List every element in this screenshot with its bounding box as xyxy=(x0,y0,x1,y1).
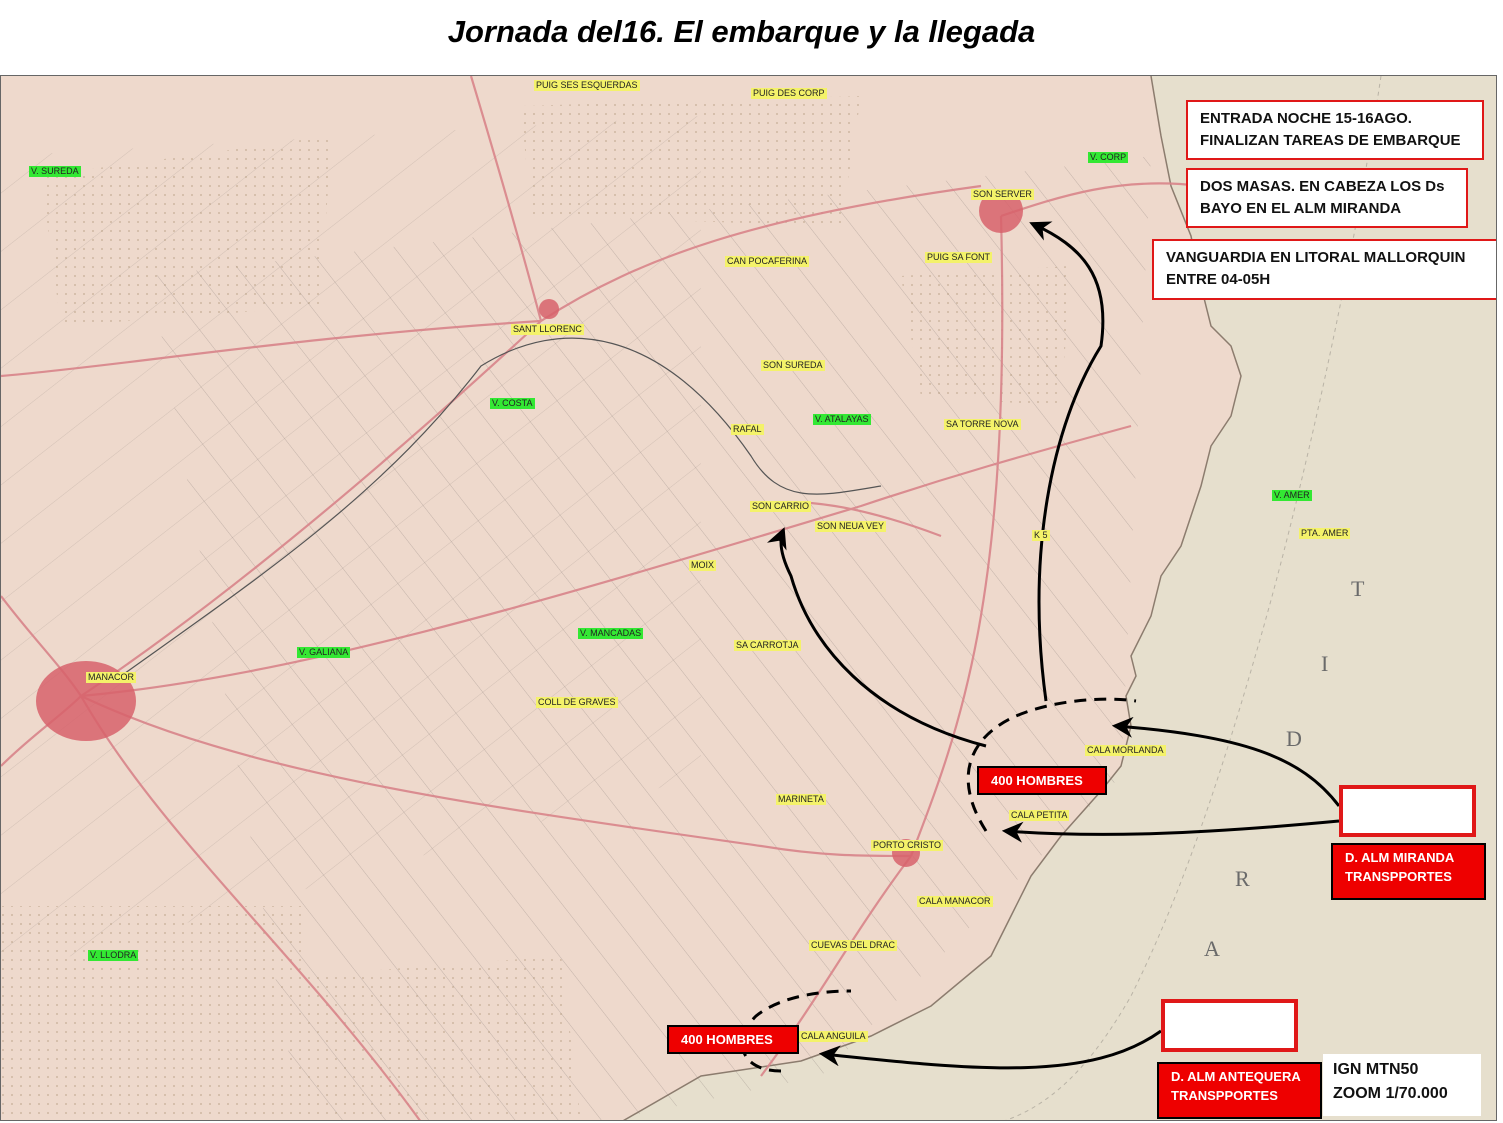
ship-icon-miranda xyxy=(1339,785,1476,837)
place-label: PUIG SES ESQUERDAS xyxy=(534,80,640,91)
place-label: MARINETA xyxy=(776,794,826,805)
place-label: PUIG DES CORP xyxy=(751,88,827,99)
place-label: CALA PETITA xyxy=(1009,810,1070,821)
place-label: SA TORRE NOVA xyxy=(944,419,1021,430)
place-label: V. LLODRA xyxy=(88,950,139,961)
place-label: SON CARRIO xyxy=(750,501,812,512)
place-label: V. ATALAYAS xyxy=(813,414,871,425)
place-label: V. AMER xyxy=(1272,490,1312,501)
place-label: RAFAL xyxy=(731,424,764,435)
place-label: V. CORP xyxy=(1088,152,1129,163)
place-label: CAN POCAFERINA xyxy=(725,256,810,267)
map-zoom-label: ZOOM 1/70.000 xyxy=(1333,1085,1448,1102)
place-label: PORTO CRISTO xyxy=(871,840,944,851)
place-label: SA CARROTJA xyxy=(734,640,801,651)
place-label: CUEVAS DEL DRAC xyxy=(809,940,898,951)
place-label: SANT LLORENC xyxy=(511,324,584,335)
place-label: SON SERVER xyxy=(971,189,1034,200)
place-label: V. GALIANA xyxy=(297,647,351,658)
map-source-label: IGN MTN50 xyxy=(1333,1061,1419,1078)
place-labels: PUIG SES ESQUERDAS PUIG DES CORP V. SURE… xyxy=(1,76,1496,1120)
place-label: COLL DE GRAVES xyxy=(536,697,618,708)
place-label: V. COSTA xyxy=(490,398,535,409)
place-label: K 5 xyxy=(1032,530,1050,541)
place-label: V. SUREDA xyxy=(29,166,81,177)
fleet-label-antequera: D. ALM ANTEQUERA TRANSPPORTES xyxy=(1157,1062,1322,1119)
map-source-info: IGN MTN50 ZOOM 1/70.000 xyxy=(1323,1054,1481,1116)
note-dos-masas: DOS MASAS. EN CABEZA LOS Ds BAYO EN EL A… xyxy=(1186,168,1468,228)
place-label: SON SUREDA xyxy=(761,360,825,371)
note-entrada: ENTRADA NOCHE 15-16AGO. FINALIZAN TAREAS… xyxy=(1186,100,1484,160)
place-label: SON NEUA VEY xyxy=(815,521,887,532)
force-label-north: 400 HOMBRES xyxy=(977,766,1107,795)
note-vanguardia: VANGUARDIA EN LITORAL MALLORQUIN ENTRE 0… xyxy=(1152,239,1496,300)
ship-icon-antequera xyxy=(1161,999,1298,1052)
force-label-south: 400 HOMBRES xyxy=(667,1025,799,1054)
map-title: Jornada del16. El embarque y la llegada xyxy=(447,14,1036,49)
place-label: MOIX xyxy=(689,560,717,571)
place-label: CALA MANACOR xyxy=(917,896,993,907)
place-label: V. MANCADAS xyxy=(578,628,644,639)
place-label: PTA. AMER xyxy=(1299,528,1351,539)
place-label: CALA MORLANDA xyxy=(1085,745,1166,756)
place-label: CALA ANGUILA xyxy=(799,1031,868,1042)
place-label: MANACOR xyxy=(86,672,137,683)
fleet-label-miranda: D. ALM MIRANDA TRANSPPORTES xyxy=(1331,843,1486,900)
map-panel[interactable]: M A R D I T PUIG SES ESQUERDAS PUIG DES … xyxy=(0,75,1497,1121)
place-label: PUIG SA FONT xyxy=(925,252,993,263)
